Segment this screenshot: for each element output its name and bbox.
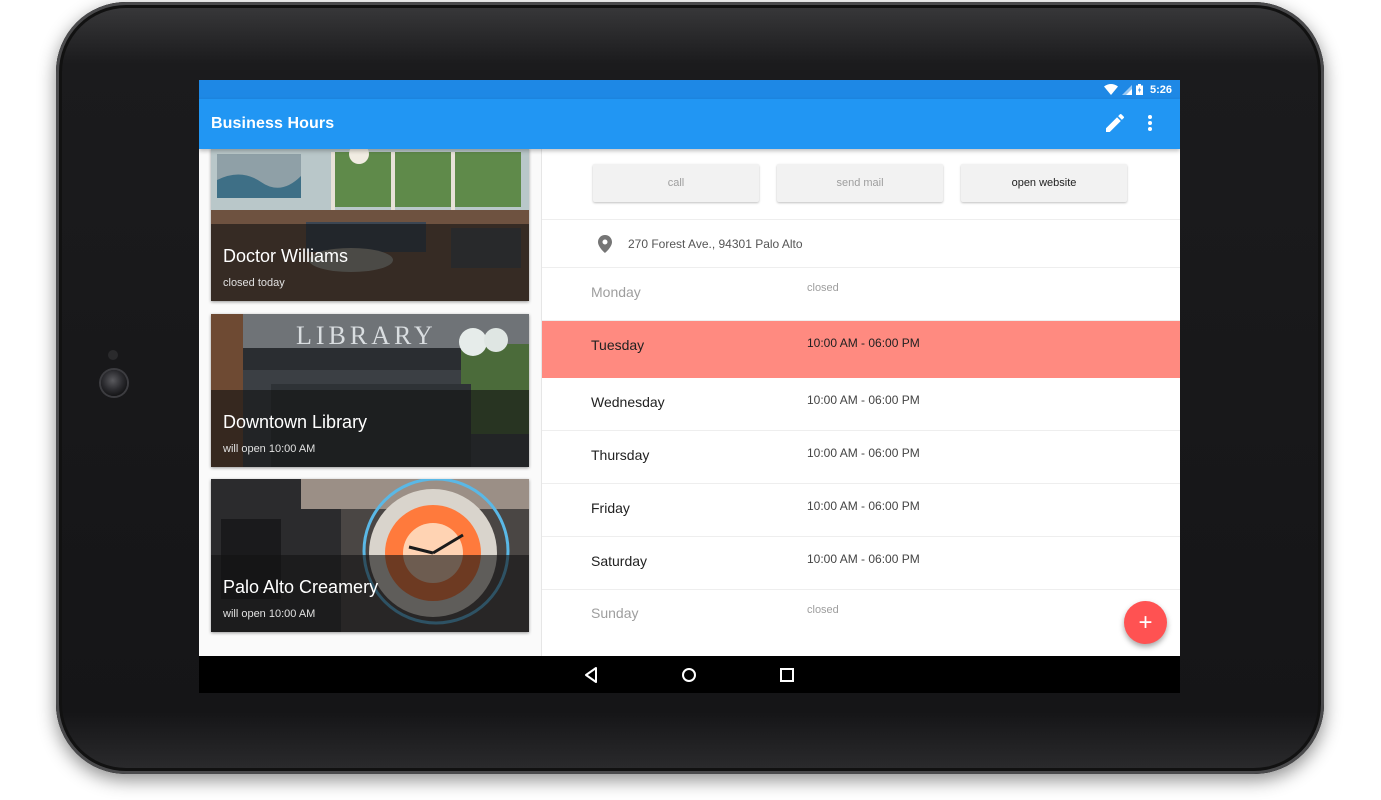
- hours-value: closed: [807, 604, 839, 616]
- business-status: closed today: [223, 277, 285, 289]
- battery-icon: [1135, 84, 1143, 95]
- home-icon[interactable]: [679, 665, 699, 685]
- hours-value: 10:00 AM - 06:00 PM: [807, 446, 920, 460]
- more-vert-icon[interactable]: [1142, 111, 1158, 135]
- call-button[interactable]: call: [593, 164, 759, 202]
- day-label: Sunday: [591, 605, 639, 621]
- wifi-icon: [1103, 84, 1118, 95]
- hours-value: 10:00 AM - 06:00 PM: [807, 336, 920, 350]
- business-list: Doctor Williams closed today LIBRARY Dow…: [199, 149, 542, 656]
- hours-row: Friday 10:00 AM - 06:00 PM: [542, 484, 1180, 537]
- day-label: Saturday: [591, 553, 648, 569]
- plus-icon: +: [1138, 608, 1153, 636]
- address-row[interactable]: 270 Forest Ave., 94301 Palo Alto: [542, 220, 1180, 268]
- day-label: Tuesday: [591, 337, 645, 353]
- signal-icon: [1121, 84, 1132, 95]
- day-label: Monday: [591, 284, 641, 300]
- hours-value: 10:00 AM - 06:00 PM: [807, 393, 920, 407]
- hours-value: 10:00 AM - 06:00 PM: [807, 552, 920, 566]
- navigation-bar: [199, 656, 1180, 693]
- open-website-button[interactable]: open website: [961, 164, 1127, 202]
- add-button[interactable]: +: [1124, 601, 1167, 644]
- hours-row: Sunday closed: [542, 590, 1180, 656]
- sensor-dot: [108, 350, 118, 360]
- status-time: 5:26: [1149, 83, 1172, 96]
- map-pin-icon: [598, 235, 612, 253]
- hours-value: closed: [807, 282, 839, 294]
- day-label: Wednesday: [591, 394, 665, 410]
- address-text: 270 Forest Ave., 94301 Palo Alto: [628, 237, 803, 251]
- hours-row: Wednesday 10:00 AM - 06:00 PM: [542, 378, 1180, 431]
- pencil-icon[interactable]: [1103, 111, 1127, 135]
- hours-row: Thursday 10:00 AM - 06:00 PM: [542, 431, 1180, 484]
- action-buttons: call send mail open website: [542, 149, 1180, 220]
- hours-row-today: Tuesday 10:00 AM - 06:00 PM: [542, 321, 1180, 378]
- business-status: will open 10:00 AM: [223, 443, 316, 455]
- business-name: Doctor Williams: [223, 246, 349, 266]
- svg-text:LIBRARY: LIBRARY: [296, 321, 437, 350]
- send-mail-button[interactable]: send mail: [777, 164, 943, 202]
- recents-icon[interactable]: [777, 665, 797, 685]
- day-label: Friday: [591, 500, 630, 516]
- business-name: Palo Alto Creamery: [223, 577, 379, 597]
- business-detail: call send mail open website 270 Forest A…: [542, 149, 1180, 656]
- day-label: Thursday: [591, 447, 650, 463]
- back-icon[interactable]: [581, 665, 601, 685]
- hours-row: Monday closed: [542, 268, 1180, 321]
- business-card[interactable]: Doctor Williams closed today: [211, 149, 529, 301]
- camera-icon: [101, 370, 127, 396]
- hours-row: Saturday 10:00 AM - 06:00 PM: [542, 537, 1180, 590]
- business-status: will open 10:00 AM: [223, 608, 316, 620]
- status-bar: 5:26: [199, 80, 1180, 99]
- business-name: Downtown Library: [223, 412, 368, 432]
- hours-value: 10:00 AM - 06:00 PM: [807, 499, 920, 513]
- business-card[interactable]: LIBRARY Downtown Library will open 10:00…: [211, 314, 529, 467]
- app-toolbar: Business Hours: [199, 99, 1180, 149]
- business-card[interactable]: Palo Alto Creamery will open 10:00 AM: [211, 479, 529, 632]
- device-screen: 5:26 Business Hours Doctor Williams clos…: [199, 80, 1180, 693]
- toolbar-title: Business Hours: [211, 115, 335, 132]
